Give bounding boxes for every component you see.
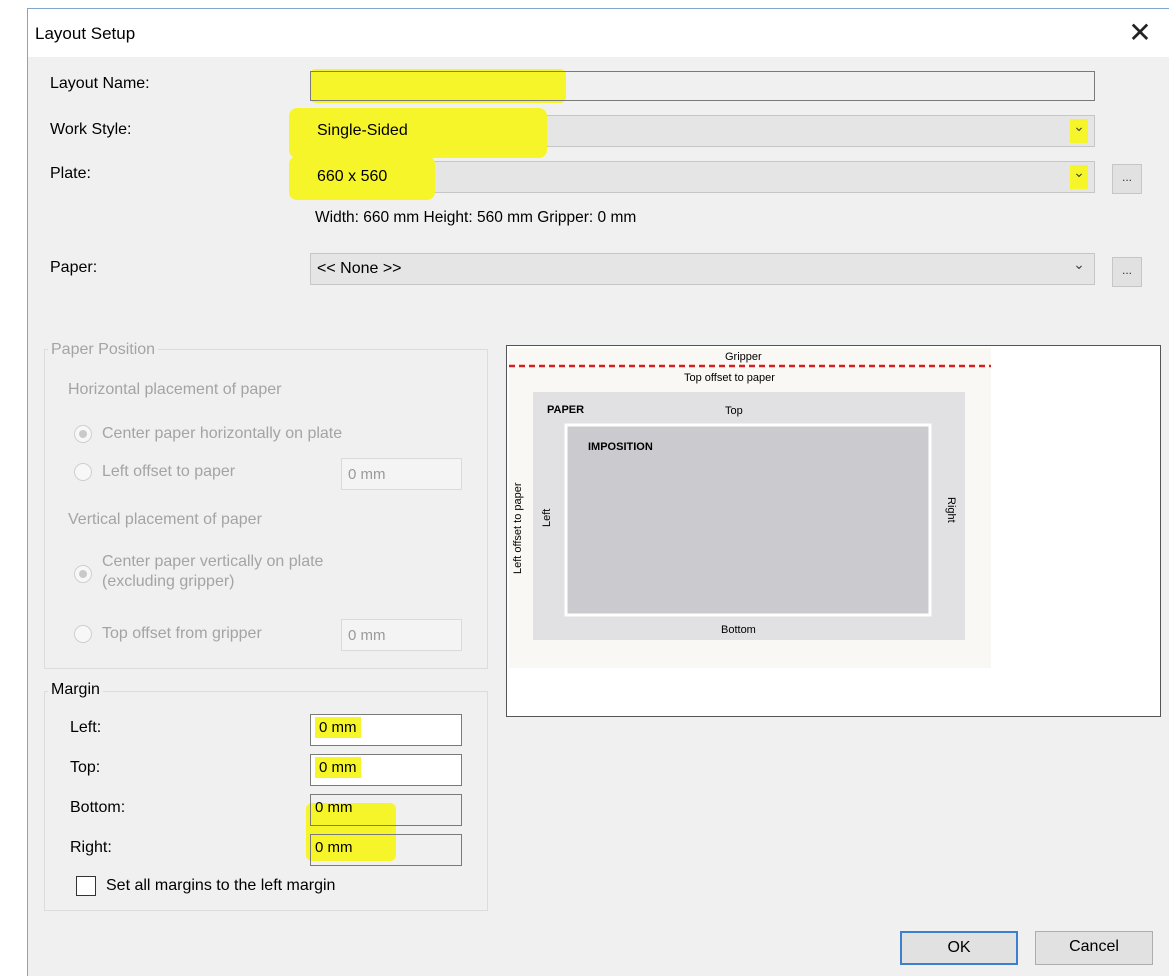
imposition-text: IMPOSITION [588, 441, 653, 453]
work-style-value: Single-Sided [317, 122, 408, 139]
center-horizontal-label: Center paper horizontally on plate [102, 425, 343, 442]
top-offset-input[interactable]: 0 mm [341, 619, 462, 651]
horizontal-placement-heading: Horizontal placement of paper [68, 381, 282, 398]
margin-top-input[interactable]: 0 mm [310, 754, 462, 786]
paper-value: << None >> [317, 260, 402, 277]
bottom-text: Bottom [721, 624, 756, 636]
gripper-text: Gripper [725, 351, 762, 363]
margin-caption: Margin [48, 681, 103, 699]
left-text: Left [541, 509, 553, 527]
layout-name-label: Layout Name: [50, 75, 150, 92]
chevron-down-icon: ⌄ [1070, 165, 1088, 189]
paper-select[interactable]: << None >> ⌄ [310, 253, 1095, 285]
layout-name-input[interactable] [310, 71, 1095, 101]
margin-bottom-input[interactable]: 0 mm [310, 794, 462, 826]
margin-right-input[interactable]: 0 mm [310, 834, 462, 866]
dialog-title: Layout Setup [35, 24, 136, 43]
chevron-down-icon: ⌄ [1070, 119, 1088, 143]
close-icon: ✕ [1128, 16, 1152, 49]
set-all-margins-checkbox[interactable] [76, 876, 96, 896]
paper-position-caption: Paper Position [48, 341, 159, 359]
set-all-margins-label: Set all margins to the left margin [106, 877, 336, 894]
plate-info-text: Width: 660 mm Height: 560 mm Gripper: 0 … [315, 209, 637, 226]
layout-setup-dialog: Layout Setup ✕ Layout Name: Work Style: … [27, 8, 1169, 976]
work-style-select[interactable]: Single-Sided ⌄ [289, 108, 1095, 158]
center-vertical-label-line1: Center paper vertically on plate [102, 553, 324, 570]
top-offset-radio[interactable] [74, 625, 92, 643]
paper-browse-button[interactable]: ... [1112, 257, 1142, 287]
left-offset-radio[interactable] [74, 463, 92, 481]
layout-preview-diagram: Gripper Top offset to paper PAPER Top IM… [509, 348, 991, 668]
work-style-label: Work Style: [50, 121, 132, 138]
plate-select[interactable]: 660 x 560 ⌄ [289, 156, 1095, 200]
left-offset-to-paper-text: Left offset to paper [512, 482, 524, 574]
center-vertical-radio[interactable] [74, 565, 92, 583]
margin-top-label: Top: [70, 759, 101, 776]
center-vertical-label-line2: (excluding gripper) [102, 573, 235, 590]
top-offset-label: Top offset from gripper [102, 625, 262, 642]
top-offset-to-paper-text: Top offset to paper [684, 372, 775, 384]
cancel-button[interactable]: Cancel [1035, 931, 1153, 965]
margin-right-label: Right: [70, 839, 112, 856]
plate-value: 660 x 560 [317, 168, 388, 185]
close-button[interactable]: ✕ [1125, 15, 1155, 51]
margin-left-input[interactable]: 0 mm [310, 714, 462, 746]
left-offset-label: Left offset to paper [102, 463, 236, 480]
left-offset-input[interactable]: 0 mm [341, 458, 462, 490]
plate-browse-button[interactable]: ... [1112, 164, 1142, 194]
paper-label: Paper: [50, 259, 98, 276]
paper-text: PAPER [547, 404, 584, 416]
right-text: Right [945, 497, 957, 523]
chevron-down-icon: ⌄ [1073, 257, 1085, 273]
vertical-placement-heading: Vertical placement of paper [68, 511, 262, 528]
margin-bottom-label: Bottom: [70, 799, 126, 816]
layout-preview: Gripper Top offset to paper PAPER Top IM… [506, 345, 1161, 717]
plate-label: Plate: [50, 165, 91, 182]
imposition-area [564, 423, 932, 617]
title-bar: Layout Setup ✕ [28, 9, 1169, 57]
top-text: Top [725, 405, 743, 417]
center-horizontal-radio[interactable] [74, 425, 92, 443]
ok-button[interactable]: OK [900, 931, 1018, 965]
margin-left-label: Left: [70, 719, 102, 736]
